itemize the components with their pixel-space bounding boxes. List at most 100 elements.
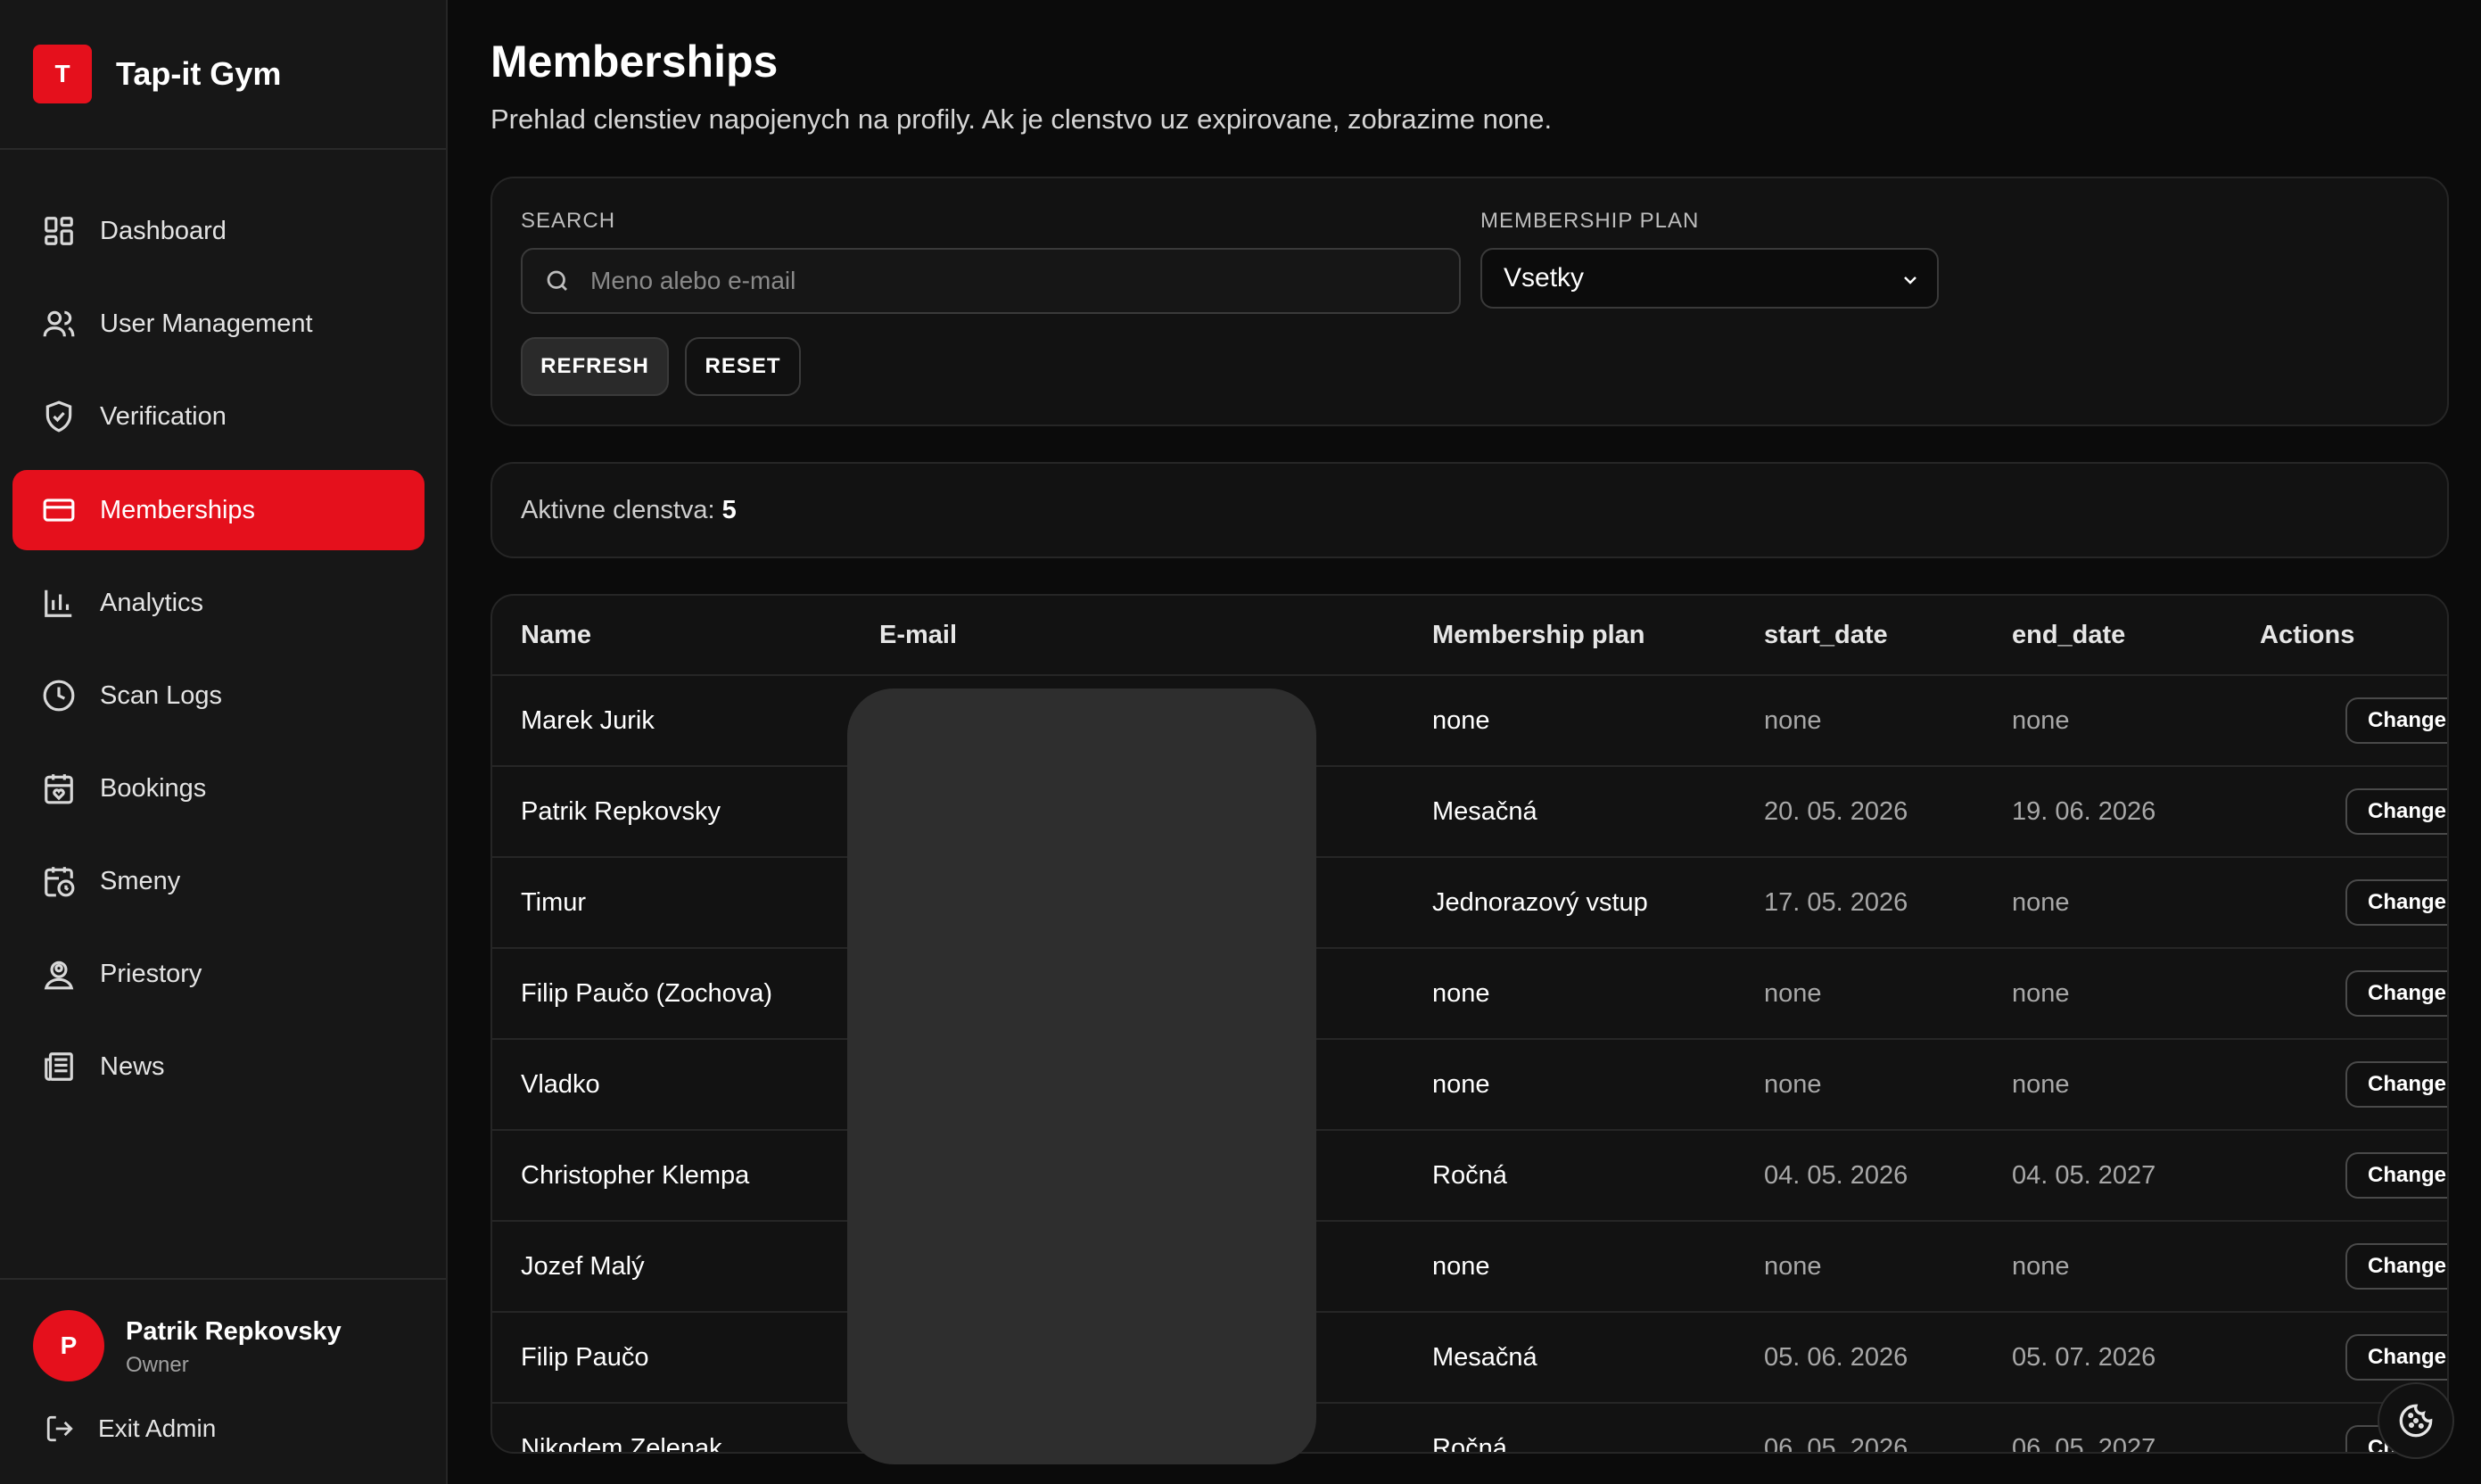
row-end-date: none (2012, 1070, 2070, 1099)
sidebar-item-priestory[interactable]: Priestory (12, 934, 424, 1014)
row-name: Patrik Repkovsky (521, 797, 721, 826)
row-name: Filip Paučo (521, 1343, 649, 1372)
row-end-date: none (2012, 888, 2070, 917)
sidebar-item-memberships[interactable]: Memberships (12, 470, 424, 550)
table-row: Filip Paučo Mesačná 05. 06. 2026 05. 07.… (492, 1313, 2447, 1404)
row-name: Filip Paučo (Zochova) (521, 979, 773, 1008)
column-header-plan: Membership plan (1432, 621, 1645, 649)
row-plan: Jednorazový vstup (1432, 888, 1648, 917)
sidebar-item-verification[interactable]: Verification (12, 376, 424, 457)
reset-button[interactable]: RESET (685, 337, 801, 396)
row-name: Christopher Klempa (521, 1161, 750, 1190)
row-plan: Ročná (1432, 1434, 1507, 1454)
row-plan: Ročná (1432, 1161, 1507, 1190)
credit-card-icon (41, 492, 77, 528)
sidebar-footer: P Patrik Repkovsky Owner Exit Admin (0, 1278, 446, 1484)
row-start-date: none (1764, 979, 1822, 1008)
page-subtitle: Prehlad clenstiev napojenych na profily.… (490, 103, 1553, 135)
row-plan: Mesačná (1432, 1343, 1537, 1372)
membership-plan-selected: Vsetky (1504, 263, 1585, 293)
column-header-start-date: start_date (1764, 621, 1888, 649)
row-plan: none (1432, 706, 1490, 735)
change-button[interactable]: Change (2345, 970, 2447, 1017)
exit-admin-button[interactable]: Exit Admin (45, 1414, 216, 1444)
refresh-button[interactable]: REFRESH (521, 337, 669, 396)
row-end-date: 04. 05. 2027 (2012, 1161, 2156, 1190)
change-button[interactable]: Change (2345, 1061, 2447, 1108)
avatar[interactable]: P (33, 1310, 104, 1381)
table-row: Christopher Klempa Ročná 04. 05. 2026 04… (492, 1131, 2447, 1222)
user-name: Patrik Repkovsky (126, 1317, 342, 1346)
change-button[interactable]: Change (2345, 788, 2447, 835)
sidebar-item-dashboard[interactable]: Dashboard (12, 191, 424, 271)
change-button[interactable]: Change (2345, 697, 2447, 744)
sidebar-item-news[interactable]: News (12, 1026, 424, 1107)
newspaper-icon (41, 1049, 77, 1084)
page-title: Memberships (490, 37, 779, 87)
user-role: Owner (126, 1353, 189, 1377)
row-plan: none (1432, 1252, 1490, 1281)
row-start-date: 05. 06. 2026 (1764, 1343, 1908, 1372)
membership-plan-label: MEMBERSHIP PLAN (1480, 209, 1700, 233)
table-row: Jozef Malý none none none Change (492, 1222, 2447, 1313)
cookie-icon (2399, 1404, 2433, 1438)
row-name: Vladko (521, 1070, 600, 1099)
search-field[interactable] (521, 248, 1461, 314)
clock-icon (41, 678, 77, 713)
row-start-date: none (1764, 1252, 1822, 1281)
row-name: Jozef Malý (521, 1252, 645, 1281)
sidebar-item-label: News (100, 1051, 165, 1081)
table-row: Vladko none none none Change (492, 1040, 2447, 1131)
change-button[interactable]: Change (2345, 1334, 2447, 1381)
row-start-date: none (1764, 1070, 1822, 1099)
users-icon (41, 306, 77, 342)
membership-plan-select[interactable]: Vsetky (1480, 248, 1939, 309)
sidebar-item-label: User Management (100, 309, 313, 338)
row-end-date: 19. 06. 2026 (2012, 797, 2156, 826)
calendar-clock-icon (41, 863, 77, 899)
change-button[interactable]: Change (2345, 1152, 2447, 1199)
sidebar-item-smeny[interactable]: Smeny (12, 841, 424, 921)
active-memberships-count: 5 (721, 495, 737, 524)
sidebar-item-scan-logs[interactable]: Scan Logs (12, 655, 424, 736)
change-button[interactable]: Change (2345, 879, 2447, 926)
column-header-email: E-mail (879, 621, 958, 649)
sidebar-item-label: Priestory (100, 959, 202, 988)
dashboard-grid-icon (41, 213, 77, 249)
column-header-end-date: end_date (2012, 621, 2126, 649)
memberships-table: Name E-mail Membership plan start_date e… (490, 594, 2449, 1454)
row-name: Timur (521, 888, 587, 917)
sidebar-item-label: Smeny (100, 866, 181, 895)
table-row: Timur Jednorazový vstup 17. 05. 2026 non… (492, 858, 2447, 949)
sidebar-item-bookings[interactable]: Bookings (12, 748, 424, 829)
cookie-settings-button[interactable] (2378, 1382, 2454, 1459)
bar-chart-icon (41, 585, 77, 621)
table-header: Name E-mail Membership plan start_date e… (492, 596, 2447, 676)
brand-name: Tap-it Gym (116, 55, 282, 92)
filters-card: SEARCH MEMBERSHIP PLAN Vsetky REFRESH RE… (490, 177, 2449, 426)
sidebar-item-label: Verification (100, 401, 227, 431)
active-memberships-label: Aktivne clenstva: (521, 495, 715, 524)
table-row: Nikodem Zelenak Ročná 06. 05. 2026 06. 0… (492, 1404, 2447, 1454)
row-end-date: none (2012, 706, 2070, 735)
row-plan: none (1432, 1070, 1490, 1099)
sidebar-item-user-management[interactable]: User Management (12, 284, 424, 364)
sidebar-item-label: Bookings (100, 773, 207, 803)
logout-icon (46, 1415, 73, 1442)
table-row: Filip Paučo (Zochova) none none none Cha… (492, 949, 2447, 1040)
row-start-date: 06. 05. 2026 (1764, 1434, 1908, 1454)
row-end-date: none (2012, 979, 2070, 1008)
row-plan: none (1432, 979, 1490, 1008)
row-start-date: 04. 05. 2026 (1764, 1161, 1908, 1190)
table-row: Patrik Repkovsky Mesačná 20. 05. 2026 19… (492, 767, 2447, 858)
sidebar-item-analytics[interactable]: Analytics (12, 563, 424, 643)
change-button[interactable]: Change (2345, 1243, 2447, 1290)
sidebar-item-label: Memberships (100, 495, 256, 524)
calendar-heart-icon (41, 771, 77, 806)
search-label: SEARCH (521, 209, 616, 233)
row-plan: Mesačná (1432, 797, 1537, 826)
brand: T Tap-it Gym (0, 0, 446, 150)
search-input[interactable] (590, 267, 1393, 295)
row-end-date: 06. 05. 2027 (2012, 1434, 2156, 1454)
row-start-date: 17. 05. 2026 (1764, 888, 1908, 917)
